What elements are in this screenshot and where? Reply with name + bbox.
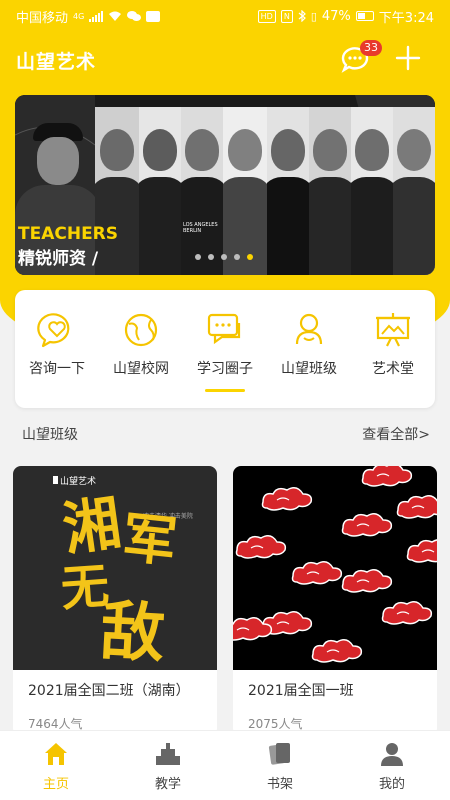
tab-teaching[interactable]: 教学: [112, 741, 224, 792]
class-card[interactable]: 2021届全国一班 2075人气: [233, 466, 437, 736]
poster-char: 湘: [59, 488, 126, 563]
nav-item-campus[interactable]: 山望校网: [99, 310, 183, 378]
nav-label: 学习圈子: [197, 361, 253, 377]
status-bar: 中国移动 4G HD N ▯ 47% 下午3:24: [0, 0, 450, 32]
home-icon: [45, 743, 67, 765]
teacher-photo: [223, 107, 267, 275]
nav-label: 咨询一下: [29, 361, 85, 377]
carousel-dot[interactable]: [234, 254, 240, 260]
tab-label: 书架: [266, 777, 293, 792]
mail-icon: [146, 10, 161, 22]
nav-label: 山望校网: [113, 361, 169, 377]
teacher-photo: LOS ANGELES BERLIN: [181, 107, 223, 275]
nav-label: 艺术堂: [372, 361, 414, 377]
nav-scroll-indicator: [205, 389, 245, 392]
carousel-dot[interactable]: [221, 254, 227, 260]
poster-char: 军: [119, 505, 179, 574]
vibrate-icon: ▯: [310, 9, 317, 23]
network-label: 4G: [73, 11, 85, 21]
carousel-dots: [195, 254, 253, 260]
tab-bookshelf[interactable]: 书架: [224, 741, 336, 792]
teacher-photo: [139, 107, 181, 275]
poster-char: 敌: [99, 594, 167, 670]
bottom-tab-bar: 主页 教学 书架 我的: [0, 730, 450, 800]
people-icon: [295, 313, 323, 345]
banner-carousel[interactable]: LOS ANGELES BERLIN TEACHERS 精锐师资 /: [15, 95, 435, 275]
view-all-link[interactable]: 查看全部>: [362, 424, 430, 444]
easel-icon: [376, 313, 410, 347]
class-poster: 山望艺术 冲击清华 冲击美院 湘 军 无 敌: [13, 466, 217, 670]
nav-item-circle[interactable]: 学习圈子: [183, 310, 267, 378]
carousel-dot[interactable]: [195, 254, 201, 260]
class-card-title: 2021届全国二班（湖南）: [28, 683, 190, 699]
wechat-icon: [127, 11, 142, 21]
section-title: 山望班级: [22, 427, 78, 443]
class-poster: [233, 466, 437, 670]
app-header: 山望艺术: [0, 40, 450, 80]
teacher-photo: [351, 107, 393, 275]
battery-icon: [355, 11, 374, 21]
message-bubbles-icon: [207, 313, 241, 345]
globe-icon: [124, 313, 158, 347]
carrier-label: 中国移动: [16, 10, 69, 26]
carousel-dot[interactable]: [208, 254, 214, 260]
tab-label: 我的: [378, 777, 405, 792]
clock: 下午3:24: [378, 10, 434, 26]
nfc-badge: N: [280, 9, 293, 23]
teacher-photo: [95, 107, 139, 275]
wifi-icon: [109, 11, 122, 21]
add-icon[interactable]: [394, 44, 422, 72]
app-title: 山望艺术: [16, 50, 97, 73]
carousel-dot-active[interactable]: [247, 254, 253, 260]
nav-item-consult[interactable]: 咨询一下: [15, 310, 99, 378]
tab-home[interactable]: 主页: [0, 741, 112, 792]
teacher-photo: [309, 107, 351, 275]
tab-label: 主页: [42, 777, 69, 792]
nav-item-art-hall[interactable]: 艺术堂: [351, 310, 435, 378]
class-card-title: 2021届全国一班: [248, 683, 354, 699]
battery-percent: 47%: [321, 8, 351, 24]
teaching-icon: [156, 743, 180, 765]
teacher-photo: [393, 107, 435, 275]
shirt-text: LOS ANGELES BERLIN: [183, 222, 218, 234]
bookshelf-icon: [268, 743, 290, 765]
chat-heart-icon: [37, 313, 70, 348]
nav-label: 山望班级: [281, 361, 337, 377]
signal-icon: [89, 10, 104, 22]
tab-profile[interactable]: 我的: [336, 741, 448, 792]
class-card[interactable]: 山望艺术 冲击清华 冲击美院 湘 军 无 敌 2021届全国二班（湖南） 746…: [13, 466, 217, 736]
bluetooth-icon: [298, 10, 306, 22]
quick-nav-card: 咨询一下 山望校网 学习圈子 山望班级 艺术堂: [15, 290, 435, 408]
nav-item-class[interactable]: 山望班级: [267, 310, 351, 378]
banner-headline-cn: 精锐师资 /: [18, 249, 99, 269]
hd-badge: HD: [257, 9, 276, 23]
profile-icon: [381, 743, 403, 766]
message-count-badge: 33: [360, 40, 382, 56]
tab-label: 教学: [154, 777, 181, 792]
poster-logo: 山望艺术: [60, 475, 96, 487]
teacher-photo: [267, 107, 309, 275]
banner-headline-en: TEACHERS: [18, 224, 119, 244]
